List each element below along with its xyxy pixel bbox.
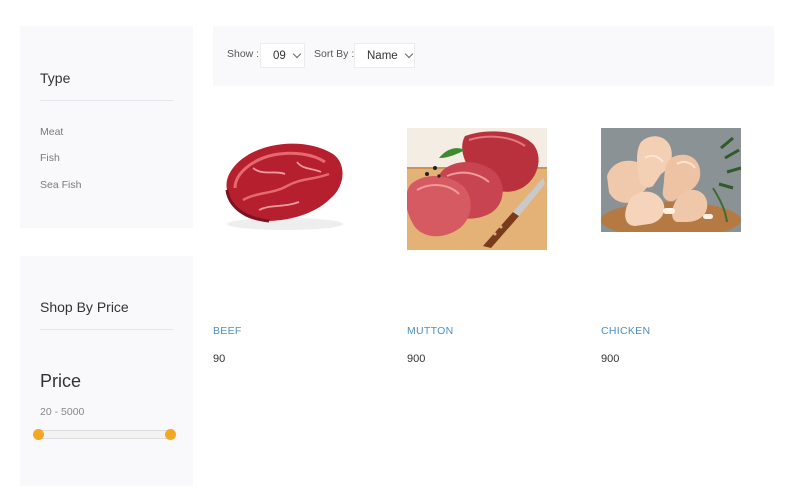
sort-by-value: Name	[367, 49, 398, 62]
price-heading: Price	[40, 371, 82, 391]
product-name-chicken[interactable]: CHICKEN	[601, 325, 650, 337]
type-filter-title: Type	[40, 70, 71, 86]
product-name-mutton[interactable]: MUTTON	[407, 325, 454, 337]
type-link-meat[interactable]: Meat	[40, 126, 63, 138]
product-price-chicken: 900	[601, 353, 620, 365]
divider	[40, 100, 173, 101]
type-filter-panel: Type Meat Fish Sea Fish	[20, 26, 193, 228]
price-slider-max-handle[interactable]	[165, 429, 176, 440]
divider	[40, 329, 173, 330]
price-slider-track[interactable]	[38, 430, 170, 439]
show-label: Show :	[227, 48, 260, 60]
show-count-value: 09	[273, 49, 286, 62]
product-price-mutton: 900	[407, 353, 426, 365]
type-link-fish[interactable]: Fish	[40, 152, 60, 164]
sort-by-select[interactable]: Name	[354, 43, 415, 68]
price-filter-panel: Shop By Price Price 20 - 5000	[20, 256, 193, 486]
listing-toolbar: Show : 09 Sort By : Name	[213, 26, 774, 86]
chevron-down-icon	[292, 49, 302, 59]
price-range-text: 20 - 5000	[40, 406, 85, 418]
sort-label: Sort By :	[314, 48, 355, 60]
product-name-beef[interactable]: BEEF	[213, 325, 242, 337]
show-count-select[interactable]: 09	[260, 43, 305, 68]
chevron-down-icon	[404, 49, 413, 59]
mutton-image[interactable]	[407, 128, 547, 250]
chicken-image[interactable]	[601, 128, 741, 250]
type-link-sea-fish[interactable]: Sea Fish	[40, 179, 81, 191]
beef-image[interactable]	[213, 128, 353, 250]
product-price-beef: 90	[213, 353, 226, 365]
price-filter-title: Shop By Price	[40, 299, 129, 315]
price-slider-min-handle[interactable]	[33, 429, 44, 440]
